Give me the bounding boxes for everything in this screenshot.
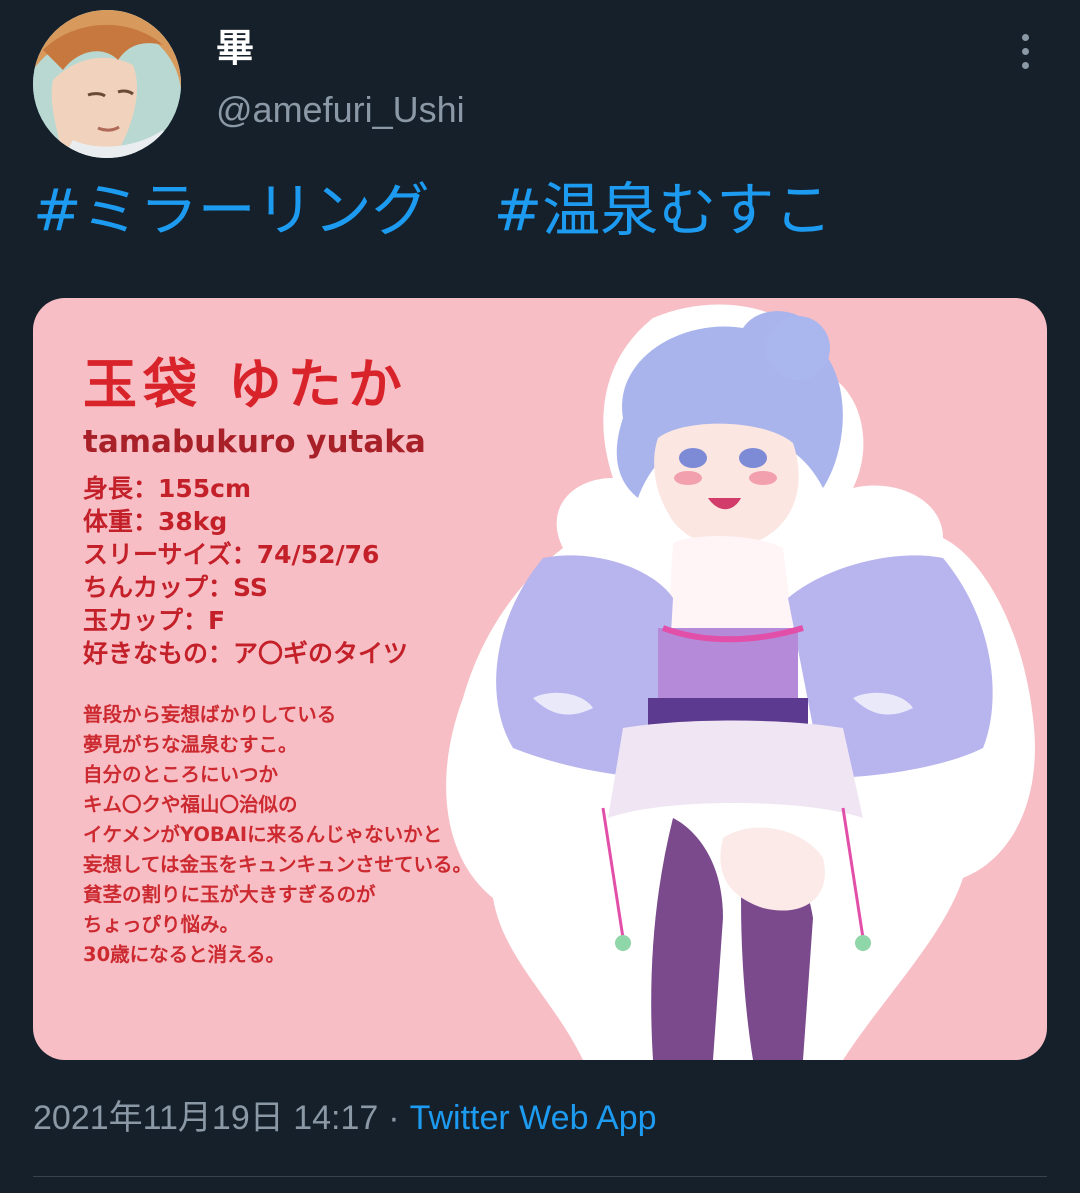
more-options-button[interactable] (1000, 26, 1050, 76)
tweet-source-link[interactable]: Twitter Web App (410, 1099, 657, 1137)
author-avatar[interactable] (33, 10, 181, 158)
stat-line: スリーサイズ：74/52/76 (83, 540, 380, 569)
author-handle[interactable]: @amefuri_Ushi (216, 86, 465, 134)
more-vertical-icon-dot (1021, 61, 1029, 69)
description-line: イケメンがYOBAIに来るんじゃないかと (83, 823, 443, 846)
description-line: キム〇クや福山〇治似の (83, 793, 298, 816)
character-illustration (446, 304, 1035, 1060)
tweet: 畢 @amefuri_Ushi #ミラーリング #温泉むすこ 玉袋 ゆたか tam… (0, 0, 1080, 1193)
author-display-name[interactable]: 畢 (216, 24, 254, 72)
avatar-portrait-icon (33, 10, 181, 158)
stat-line: 玉カップ：F (83, 606, 226, 635)
description-line: ちょっぴり悩み。 (83, 913, 240, 936)
more-vertical-icon-dot (1021, 33, 1029, 41)
description-line: 30歳になると消える。 (83, 943, 286, 966)
stat-line: 身長：155cm (83, 474, 252, 503)
character-description: 普段から妄想ばかりしている 夢見がちな温泉むすこ。 自分のところにいつか キム〇… (83, 700, 472, 970)
character-name: 玉袋 ゆたか (83, 353, 408, 416)
description-line: 妄想しては金玉をキュンキュンさせている。 (83, 853, 473, 876)
more-vertical-icon-dot (1021, 47, 1029, 55)
description-line: 貧茎の割りに玉が大きすぎるのが (83, 883, 376, 906)
tweet-meta: 2021年11月19日 14:17 · Twitter Web App (33, 1094, 657, 1142)
meta-separator: · (388, 1099, 400, 1137)
description-line: 夢見がちな温泉むすこ。 (83, 733, 298, 756)
stat-line: 体重：38kg (83, 507, 228, 536)
character-stats: 身長：155cm 体重：38kg スリーサイズ：74/52/76 ちんカップ：S… (83, 472, 408, 670)
stat-line: 好きなもの：ア〇ギのタイツ (83, 639, 409, 668)
hashtag-link[interactable]: #温泉むすこ (494, 176, 833, 244)
tweet-media-image[interactable]: 玉袋 ゆたか tamabukuro yutaka 身長：155cm 体重：38k… (33, 298, 1047, 1060)
stat-line: ちんカップ：SS (83, 573, 268, 602)
description-line: 普段から妄想ばかりしている (83, 703, 337, 726)
character-romaji: tamabukuro yutaka (83, 424, 426, 460)
hashtag-link[interactable]: #ミラーリング (33, 176, 430, 244)
description-line: 自分のところにいつか (83, 763, 279, 786)
divider (33, 1176, 1047, 1177)
tweet-text: #ミラーリング #温泉むすこ (33, 172, 832, 248)
tweet-timestamp[interactable]: 2021年11月19日 14:17 (33, 1099, 378, 1137)
